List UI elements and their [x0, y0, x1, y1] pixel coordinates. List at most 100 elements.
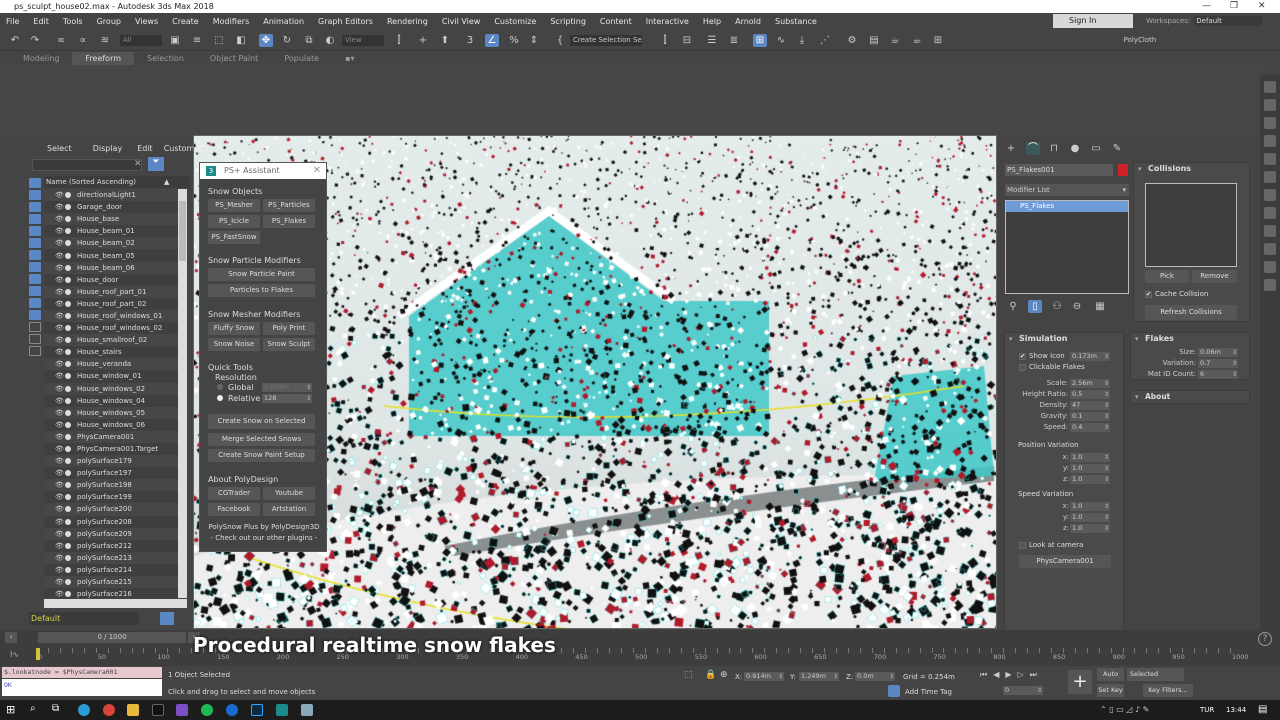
make-unique-icon[interactable]: ⚇ — [1050, 300, 1064, 313]
sim-param-field[interactable]: 0.4 — [1070, 423, 1110, 432]
visibility-eye-icon[interactable]: 👁 — [55, 469, 65, 477]
freeze-toggle-icon[interactable] — [65, 240, 71, 247]
sim-param-field[interactable]: 0.1 — [1070, 412, 1110, 421]
about-rollout-header[interactable]: About — [1131, 391, 1249, 403]
notifications-icon[interactable]: ▤ — [1258, 704, 1267, 715]
list-item[interactable]: 👁 polySurface215 — [44, 576, 178, 589]
menu-rendering[interactable]: Rendering — [387, 17, 428, 26]
menu-animation[interactable]: Animation — [263, 17, 304, 26]
teapot-icon[interactable] — [1264, 207, 1276, 219]
create-tab-icon[interactable]: + — [1004, 142, 1018, 155]
filter-containers-icon[interactable] — [29, 286, 41, 296]
visibility-eye-icon[interactable]: 👁 — [55, 409, 65, 417]
link-icon[interactable]: ∞ — [54, 34, 68, 47]
visibility-eye-icon[interactable]: 👁 — [55, 457, 65, 465]
visibility-eye-icon[interactable]: 👁 — [55, 276, 65, 284]
ps-mesher-button[interactable]: PS_Mesher — [208, 199, 260, 212]
freeze-toggle-icon[interactable] — [65, 373, 71, 380]
ps-icicle-button[interactable]: PS_Icicle — [208, 215, 260, 228]
freeze-toggle-icon[interactable] — [65, 397, 71, 404]
notes-icon[interactable] — [301, 704, 313, 716]
set-key-button[interactable]: Set Key — [1097, 684, 1124, 697]
visibility-eye-icon[interactable]: 👁 — [55, 397, 65, 405]
clear-search-icon[interactable]: ✕ — [134, 159, 142, 169]
visibility-eye-icon[interactable]: 👁 — [55, 421, 65, 429]
photoshop-icon[interactable] — [251, 704, 263, 716]
select-by-name-icon[interactable]: ≡ — [190, 34, 204, 47]
list-item[interactable]: 👁 polySurface200 — [44, 503, 178, 516]
current-frame-field[interactable]: 0 — [1003, 686, 1043, 695]
freeze-toggle-icon[interactable] — [65, 409, 71, 416]
freeze-toggle-icon[interactable] — [65, 325, 71, 332]
list-column-header[interactable]: Name (Sorted Ascending)▲ Frozen — [44, 176, 190, 198]
list-horizontal-scrollbar[interactable] — [44, 599, 187, 608]
layer-explorer-icon[interactable]: ≣ — [727, 34, 741, 47]
cgtrader-button[interactable]: CGTrader — [208, 487, 260, 500]
playback-controls[interactable]: ⏮◀▶▷⏭ — [980, 670, 1043, 680]
auto-key-button[interactable]: Auto Key — [1097, 668, 1124, 691]
bind-spacewarp-icon[interactable]: ≋ — [98, 34, 112, 47]
explorer-menu-edit[interactable]: Edit — [137, 144, 153, 153]
spinner-snap-icon[interactable]: ⇕ — [527, 34, 541, 47]
list-item[interactable]: 👁 polySurface216 — [44, 588, 178, 598]
freeze-toggle-icon[interactable] — [65, 506, 71, 513]
task-view-icon[interactable]: ⧉ — [52, 703, 59, 714]
filter-none-icon[interactable] — [29, 334, 41, 344]
set-key-big-button[interactable]: + — [1068, 670, 1092, 694]
keyboard-shortcut-icon[interactable]: ⬆ — [438, 34, 452, 47]
menu-views[interactable]: Views — [135, 17, 158, 26]
pick-button[interactable]: Pick — [1145, 270, 1189, 283]
close-button[interactable]: ✕ — [1258, 0, 1266, 13]
visibility-eye-icon[interactable]: 👁 — [55, 264, 65, 272]
motion-tab-icon[interactable]: ● — [1068, 142, 1082, 155]
list-item[interactable]: 👁 polySurface213 — [44, 551, 178, 564]
angle-snap-icon[interactable]: ∠ — [485, 34, 499, 47]
list-item[interactable]: 👁 House_windows_06 — [44, 419, 178, 431]
menu-tools[interactable]: Tools — [63, 17, 83, 26]
list-item[interactable]: 👁 polySurface179 — [44, 455, 178, 468]
filter-groups-icon[interactable] — [29, 250, 41, 260]
list-item[interactable]: 👁 polySurface198 — [44, 479, 178, 492]
box-icon[interactable] — [1264, 243, 1276, 255]
render-icon[interactable]: ☕ — [888, 34, 902, 47]
workspace-selector[interactable]: Workspaces: Default — [1146, 14, 1262, 28]
visibility-eye-icon[interactable]: 👁 — [55, 227, 65, 235]
pos-variation-z-field[interactable]: 1.0 — [1070, 475, 1110, 484]
freeze-toggle-icon[interactable] — [65, 470, 71, 477]
show-end-result-icon[interactable]: ▯ — [1028, 300, 1042, 313]
freeze-toggle-icon[interactable] — [65, 228, 71, 235]
reference-coordinate-dropdown[interactable]: View — [342, 35, 384, 46]
remove-modifier-icon[interactable]: ⊖ — [1070, 300, 1084, 313]
show-icon-size-field[interactable]: 0.173m — [1070, 352, 1110, 361]
visibility-eye-icon[interactable]: 👁 — [55, 578, 65, 586]
window-crossing-icon[interactable]: ◧ — [234, 34, 248, 47]
spotify-icon[interactable] — [201, 704, 213, 716]
visibility-eye-icon[interactable]: 👁 — [55, 518, 65, 526]
snow-particle-paint-button[interactable]: Snow Particle Paint — [208, 268, 315, 281]
visibility-eye-icon[interactable]: 👁 — [55, 215, 65, 223]
freeze-toggle-icon[interactable] — [65, 579, 71, 586]
pivot-icon[interactable]: ⫿ — [392, 34, 406, 47]
mirror-icon[interactable]: ⫿ — [658, 34, 672, 47]
relative-radio[interactable] — [217, 395, 223, 401]
filter-geometry-icon[interactable] — [29, 178, 41, 188]
edit-named-selection-icon[interactable]: { — [553, 34, 567, 47]
move-icon[interactable]: ✥ — [259, 34, 273, 47]
filter-all-icon[interactable] — [29, 322, 41, 332]
pos-variation-y-field[interactable]: 1.0 — [1070, 464, 1110, 473]
visibility-eye-icon[interactable]: 👁 — [55, 300, 65, 308]
maximize-button[interactable]: ❐ — [1230, 0, 1238, 13]
filter-helpers-icon[interactable] — [29, 226, 41, 236]
create-snow-paint-setup-button[interactable]: Create Snow Paint Setup — [208, 449, 315, 462]
rotate-icon[interactable]: ↻ — [280, 34, 294, 47]
fluffy-snow-button[interactable]: Fluffy Snow — [208, 322, 260, 335]
ribbon-toggle-icon[interactable]: ⊞ — [753, 34, 767, 47]
time-slider-marker[interactable] — [36, 648, 40, 660]
app-icon[interactable] — [152, 704, 164, 716]
relative-resolution-field[interactable]: 128 — [262, 394, 312, 403]
maxscript-listener-output[interactable]: OK — [2, 679, 162, 696]
ribbon-options-icon[interactable]: ▪▾ — [332, 52, 367, 65]
freeze-toggle-icon[interactable] — [65, 312, 71, 319]
visibility-eye-icon[interactable]: 👁 — [55, 505, 65, 513]
menu-file[interactable]: File — [6, 17, 19, 26]
